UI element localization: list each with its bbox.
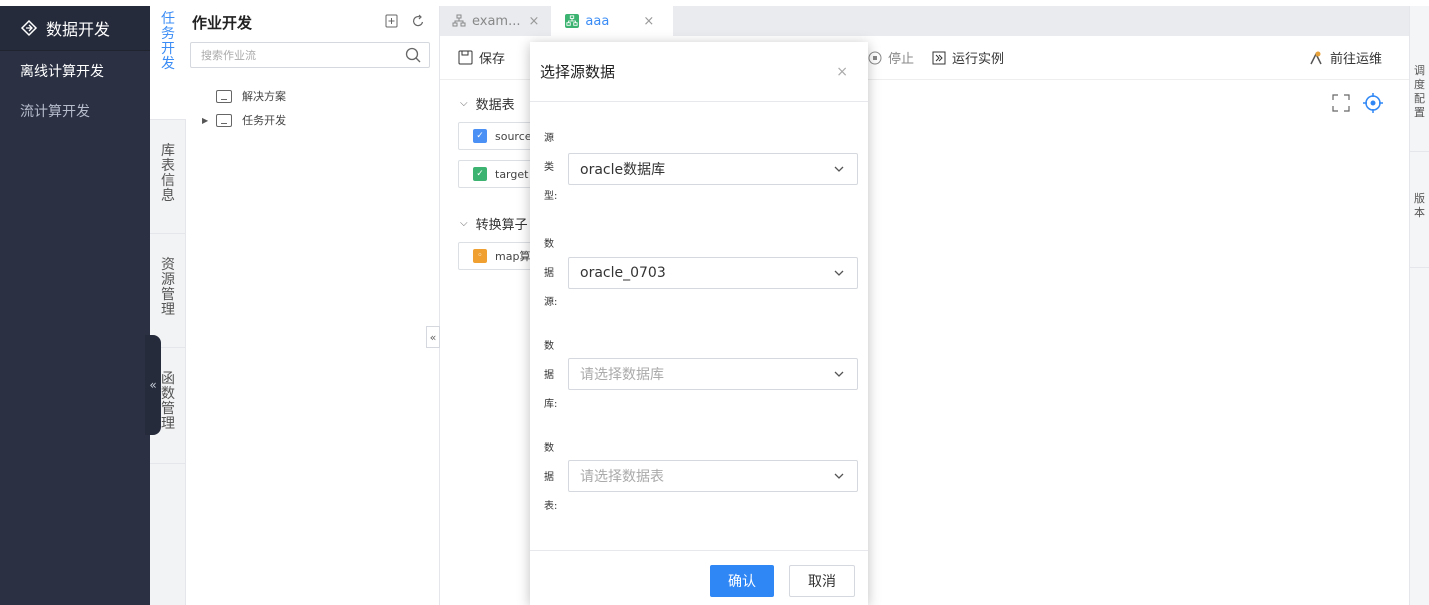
form-row-source-type: 源类型: oracle数据库 (530, 124, 868, 204)
data-dev-icon (20, 19, 38, 37)
tab-task-dev[interactable]: 任务开发 (150, 6, 186, 120)
run-instance-button[interactable]: 运行实例 (932, 48, 1004, 67)
file-tabbar: exam... × aaa × (440, 6, 1409, 36)
job-tree-panel: 作业开发 搜索作业流 解决方案 ▶ 任务开发 (186, 6, 440, 605)
flow-icon (452, 14, 466, 28)
field-label: 数据表: (544, 443, 558, 512)
confirm-button[interactable]: 确认 (710, 565, 774, 597)
section-tables[interactable]: ⌵ 数据表 (460, 94, 515, 113)
section-ops-label: 转换算子 (475, 218, 528, 233)
map-label: map算 (495, 250, 531, 263)
save-icon (458, 50, 473, 65)
tab-exam[interactable]: exam... × (440, 6, 551, 36)
tree-node-label: 任务开发 (242, 114, 287, 127)
table-placeholder: 请选择数据表 (580, 469, 664, 485)
flow-icon (565, 14, 580, 28)
run-instance-icon (932, 51, 946, 65)
section-tables-label: 数据表 (475, 98, 515, 113)
tree-node-solution[interactable]: 解决方案 (216, 88, 286, 104)
goto-ops-label: 前往运维 (1330, 52, 1383, 67)
folder-icon (216, 113, 233, 127)
add-file-icon[interactable] (385, 14, 398, 31)
tree-collapse-handle[interactable]: « (426, 326, 440, 348)
cancel-button[interactable]: 取消 (789, 565, 855, 597)
folder-icon (216, 89, 232, 103)
chevron-down-icon (833, 470, 845, 486)
field-label: 数据库: (544, 341, 558, 410)
tree-node-task-dev[interactable]: ▶ 任务开发 (202, 112, 286, 128)
main-nav: 数据开发 离线计算开发 流计算开发 (0, 6, 150, 605)
field-label: 数据源: (544, 239, 558, 308)
close-icon[interactable]: × (836, 64, 848, 80)
nav-item-stream[interactable]: 流计算开发 (0, 91, 150, 131)
locate-icon[interactable] (1362, 92, 1384, 118)
run-instance-label: 运行实例 (952, 52, 1005, 67)
version-tab[interactable]: 版本 (1410, 152, 1429, 268)
stop-label: 停止 (888, 52, 915, 67)
stop-icon (868, 51, 882, 65)
fullscreen-icon[interactable] (1330, 92, 1352, 118)
tab-table-info-label: 库表信息 (161, 143, 175, 204)
form-row-table: 数据表: 请选择数据表 (530, 434, 868, 514)
schedule-config-tab[interactable]: 调度配置 (1410, 6, 1429, 152)
table-select[interactable]: 请选择数据表 (568, 460, 858, 492)
modal-footer-divider (530, 550, 868, 551)
source-icon: ✓ (473, 129, 487, 143)
right-side-bar: 调度配置 版本 (1409, 6, 1429, 605)
tree-search-placeholder: 搜索作业流 (201, 49, 256, 62)
field-label: 源类型: (544, 133, 558, 202)
tree-search-input[interactable]: 搜索作业流 (190, 42, 430, 68)
database-select[interactable]: 请选择数据库 (568, 358, 858, 390)
tab-resource[interactable]: 资源管理 (150, 234, 186, 348)
source-label: source (495, 129, 532, 143)
schedule-config-label: 调度配置 (1414, 64, 1425, 119)
target-icon: ✓ (473, 167, 487, 181)
tab-resource-label: 资源管理 (161, 257, 175, 318)
search-icon[interactable] (405, 47, 421, 66)
select-source-modal: 选择源数据 × 源类型: oracle数据库 数据源: oracle_0703 … (530, 42, 868, 605)
vertical-tabs: 任务开发 库表信息 资源管理 函数管理 (150, 6, 186, 605)
datasource-value: oracle_0703 (580, 265, 666, 281)
close-icon[interactable]: × (529, 14, 540, 29)
goto-ops-button[interactable]: 前往运维 (1308, 48, 1382, 67)
modal-header: 选择源数据 × (530, 42, 868, 102)
form-row-datasource: 数据源: oracle_0703 (530, 230, 868, 310)
tab-table-info[interactable]: 库表信息 (150, 120, 186, 234)
refresh-icon[interactable] (412, 14, 425, 31)
target-label: target (495, 167, 529, 181)
save-button[interactable]: 保存 (458, 48, 505, 67)
form-row-database: 数据库: 请选择数据库 (530, 332, 868, 412)
caret-right-icon[interactable]: ▶ (202, 116, 208, 125)
nav-title-label: 数据开发 (46, 20, 111, 39)
chevron-down-icon (833, 163, 845, 179)
map-icon: ◦ (473, 249, 487, 263)
tree-title: 作业开发 (192, 13, 253, 32)
source-type-value: oracle数据库 (580, 162, 666, 178)
tab-function-label: 函数管理 (161, 371, 175, 432)
modal-title: 选择源数据 (540, 63, 616, 81)
save-label: 保存 (479, 52, 506, 67)
chevron-down-icon: ⌵ (460, 98, 468, 109)
nav-collapse-handle[interactable]: « (145, 335, 161, 435)
datasource-select[interactable]: oracle_0703 (568, 257, 858, 289)
ops-icon (1308, 50, 1324, 66)
chevron-down-icon (833, 267, 845, 283)
tree-header: 作业开发 (186, 6, 439, 38)
tree-node-label: 解决方案 (242, 90, 286, 103)
tab-task-dev-label: 任务开发 (161, 11, 175, 72)
tab-aaa-label: aaa (585, 13, 610, 29)
chevron-down-icon: ⌵ (460, 218, 468, 229)
close-icon[interactable]: × (643, 14, 654, 29)
tab-aaa[interactable]: aaa × (551, 6, 674, 36)
source-type-select[interactable]: oracle数据库 (568, 153, 858, 185)
section-ops[interactable]: ⌵ 转换算子 (460, 214, 528, 233)
chevron-down-icon (833, 368, 845, 384)
version-label: 版本 (1414, 192, 1425, 219)
tab-exam-label: exam... (472, 13, 521, 29)
database-placeholder: 请选择数据库 (580, 367, 664, 383)
stop-button[interactable]: 停止 (868, 48, 914, 67)
nav-item-offline[interactable]: 离线计算开发 (0, 51, 150, 91)
nav-title[interactable]: 数据开发 (0, 6, 150, 51)
